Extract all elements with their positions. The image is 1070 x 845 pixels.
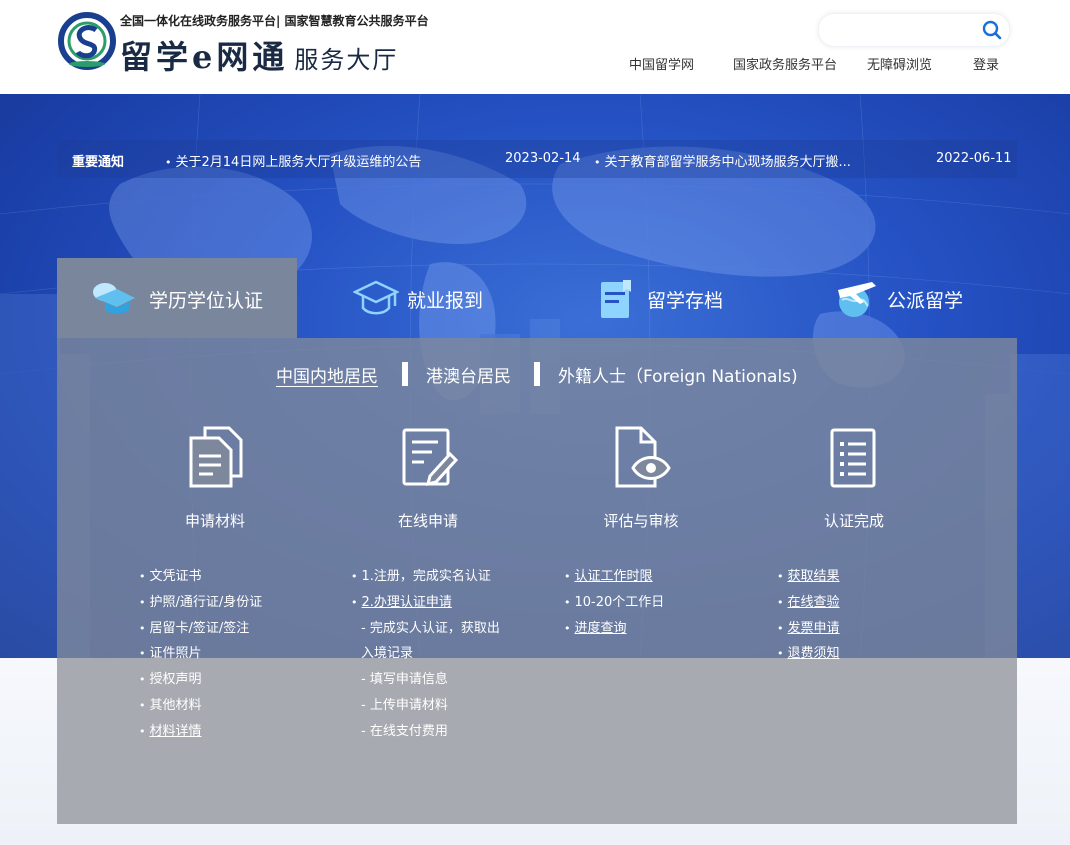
tab-mainland-residents[interactable]: 中国内地居民 xyxy=(276,362,378,387)
documents-icon xyxy=(189,426,243,488)
notice-date-2: 2022-06-11 xyxy=(936,151,1012,166)
list-item: 授权声明 xyxy=(139,667,339,693)
graduation-cap-icon xyxy=(93,283,135,314)
list-item: 证件照片 xyxy=(139,641,339,667)
materials-details-link[interactable]: 材料详情 xyxy=(150,724,202,739)
tab-employment-registration[interactable]: 就业报到 xyxy=(297,258,537,338)
list-item: 1.注册，完成实名认证 xyxy=(351,564,551,590)
degree-verification-panel: 中国内地居民 港澳台居民 外籍人士（Foreign Nationals) 申请材… xyxy=(57,338,1017,824)
list-item: - 上传申请材料 xyxy=(361,697,448,713)
list-item: 其他材料 xyxy=(139,693,339,719)
search-icon[interactable] xyxy=(981,19,1003,41)
tab-foreign-nationals[interactable]: 外籍人士（Foreign Nationals) xyxy=(558,362,798,387)
mortarboard-icon xyxy=(353,280,399,315)
checklist-icon xyxy=(830,428,876,488)
get-result-link[interactable]: 获取结果 xyxy=(788,569,840,584)
login-link[interactable]: 登录 xyxy=(973,54,999,73)
search-box xyxy=(818,13,1010,47)
globe-airplane-icon xyxy=(838,282,876,317)
tab-divider xyxy=(534,362,540,386)
nav-link-gov-platform[interactable]: 国家政务服务平台 xyxy=(733,54,837,73)
progress-query-link[interactable]: 进度查询 xyxy=(575,621,627,636)
tab-divider xyxy=(402,362,408,386)
tab-hk-macao-taiwan-residents[interactable]: 港澳台居民 xyxy=(426,362,511,387)
nav-link-cscse[interactable]: 中国留学网 xyxy=(629,54,694,73)
completion-list: 获取结果 在线查验 发票申请 退费须知 xyxy=(777,564,977,667)
list-item: 文凭证书 xyxy=(139,564,339,590)
step-label: 申请材料 xyxy=(184,512,245,530)
tab-label: 公派留学 xyxy=(887,290,964,312)
tab-label: 就业报到 xyxy=(407,290,484,312)
tab-label: 留学存档 xyxy=(647,290,724,312)
search-input[interactable] xyxy=(831,20,985,42)
list-item: 10-20个工作日 xyxy=(564,590,764,616)
notice-label: 重要通知 xyxy=(72,155,125,170)
online-application-list: 1.注册，完成实名认证 2.办理认证申请 - 完成实人认证，获取出 入境记录 -… xyxy=(351,564,551,745)
processing-time-link[interactable]: 认证工作时限 xyxy=(575,569,653,584)
notice-item-2[interactable]: 关于教育部留学服务中心现场服务大厅搬... xyxy=(594,151,851,170)
review-list: 认证工作时限 10-20个工作日 进度查询 xyxy=(564,564,764,641)
step-label: 认证完成 xyxy=(823,512,884,530)
notice-item-1[interactable]: 关于2月14日网上服务大厅升级运维的公告 xyxy=(165,151,422,170)
tab-government-sponsored[interactable]: 公派留学 xyxy=(777,258,1017,338)
notice-bar: 重要通知 关于2月14日网上服务大厅升级运维的公告 2023-02-14 关于教… xyxy=(57,140,1017,178)
notice-date-1: 2023-02-14 xyxy=(505,151,581,166)
list-item: 护照/通行证/身份证 xyxy=(139,590,339,616)
step-evaluation-review: 评估与审核 xyxy=(541,424,741,534)
site-header: 全国一体化在线政务服务平台| 国家智慧教育公共服务平台 留学e网通 服务大厅 中国… xyxy=(0,0,1070,94)
top-nav: 中国留学网 国家政务服务平台 无障碍浏览 登录 xyxy=(0,54,1070,74)
list-item: 入境记录 xyxy=(361,646,414,662)
tab-study-archive[interactable]: 留学存档 xyxy=(537,258,777,338)
document-eye-icon xyxy=(615,426,671,488)
invoice-request-link[interactable]: 发票申请 xyxy=(788,621,840,636)
list-item: - 在线支付费用 xyxy=(361,723,448,739)
archive-folder-icon xyxy=(601,280,631,318)
step-application-materials: 申请材料 xyxy=(115,424,315,534)
step-verification-complete: 认证完成 xyxy=(754,424,954,534)
step-label: 评估与审核 xyxy=(603,512,679,530)
site-tagline: 全国一体化在线政务服务平台| 国家智慧教育公共服务平台 xyxy=(120,14,429,28)
applicant-type-tabs: 中国内地居民 港澳台居民 外籍人士（Foreign Nationals) xyxy=(57,360,1017,388)
list-item: 居留卡/签证/签注 xyxy=(139,616,339,642)
list-item: - 填写申请信息 xyxy=(361,672,448,688)
step-label: 在线申请 xyxy=(397,512,458,530)
step-online-application: 在线申请 xyxy=(328,424,528,534)
refund-notice-link[interactable]: 退费须知 xyxy=(788,646,840,661)
list-item: - 完成实人认证，获取出 xyxy=(361,620,500,636)
apply-verification-link[interactable]: 2.办理认证申请 xyxy=(362,595,452,610)
form-edit-icon xyxy=(402,428,459,487)
materials-list: 文凭证书 护照/通行证/身份证 居留卡/签证/签注 证件照片 授权声明 其他材料… xyxy=(139,564,339,745)
nav-link-accessibility[interactable]: 无障碍浏览 xyxy=(867,54,932,73)
online-check-link[interactable]: 在线查验 xyxy=(788,595,840,610)
tab-label: 学历学位认证 xyxy=(149,290,264,312)
tab-degree-verification[interactable]: 学历学位认证 xyxy=(57,258,297,338)
